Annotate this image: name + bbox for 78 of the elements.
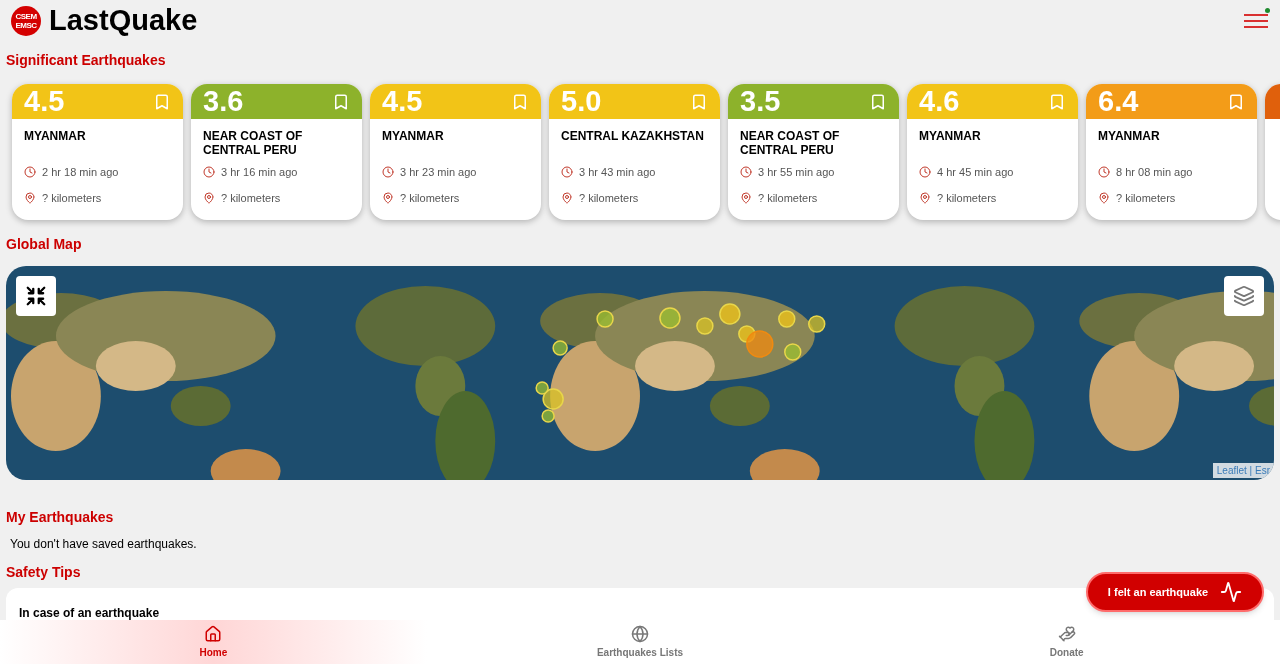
app-title: LastQuake (49, 3, 198, 39)
bookmark-icon[interactable] (1048, 92, 1066, 111)
section-title: Significant Earthquakes (6, 50, 166, 70)
location-pin-icon (382, 191, 394, 204)
hand-heart-icon (1057, 624, 1076, 643)
satellite-map-drawing[interactable] (6, 266, 1274, 480)
location-pin-icon (24, 191, 36, 204)
section-title: My Earthquakes (6, 508, 114, 527)
distance: ? kilometers (400, 190, 460, 206)
clock-icon (740, 166, 752, 179)
bookmark-icon[interactable] (869, 92, 887, 111)
location-pin-icon (1098, 191, 1110, 204)
section-title: Safety Tips (6, 562, 81, 582)
clock-icon (1098, 166, 1110, 179)
bookmark-icon[interactable] (153, 92, 171, 111)
section-title: Global Map (6, 234, 82, 254)
distance: ? kilometers (579, 190, 639, 206)
region-name: NEAR COAST OF CENTRAL PERU (740, 129, 841, 157)
earthquake-card[interactable] (1265, 84, 1280, 220)
location-pin-icon (919, 191, 931, 204)
menu-icon[interactable] (1244, 11, 1268, 31)
distance: ? kilometers (937, 190, 997, 206)
empty-message: You don't have saved earthquakes. (10, 536, 197, 553)
clock-icon (203, 166, 215, 179)
magnitude-value: 4.5 (382, 87, 423, 116)
clock-icon (919, 166, 931, 179)
distance: ? kilometers (221, 190, 281, 206)
location-pin-icon (740, 191, 752, 204)
layers-button[interactable] (1224, 276, 1264, 316)
bookmark-icon[interactable] (332, 92, 350, 111)
nav-tab[interactable]: Earthquakes Lists (426, 620, 854, 664)
distance: ? kilometers (758, 190, 818, 206)
magnitude-value: 4.5 (24, 87, 65, 116)
time-ago: 3 hr 55 min ago (758, 165, 835, 180)
magnitude-value: 6.4 (1098, 87, 1139, 116)
house-icon (204, 624, 223, 643)
region-name: NEAR COAST OF CENTRAL PERU (203, 129, 304, 157)
location-pin-icon (561, 191, 573, 204)
nav-tab[interactable]: Donate (853, 620, 1280, 664)
clock-icon (382, 166, 394, 179)
time-ago: 3 hr 16 min ago (221, 165, 298, 180)
earthquake-card[interactable]: 4.5 MYANMAR 3 hr 23 min ago ? kilometers (370, 84, 541, 220)
region-name: MYANMAR (24, 129, 87, 145)
time-ago: 4 hr 45 min ago (937, 165, 1014, 180)
logo: CSEM EMSC (11, 6, 41, 36)
time-ago: 3 hr 23 min ago (400, 165, 477, 180)
location-pin-icon (203, 191, 215, 204)
clock-icon (561, 166, 573, 179)
distance: ? kilometers (1116, 190, 1176, 206)
bookmark-icon[interactable] (1227, 92, 1245, 111)
time-ago: 2 hr 18 min ago (42, 165, 119, 180)
earthquake-card[interactable]: 6.4 MYANMAR 8 hr 08 min ago ? kilometers (1086, 84, 1257, 220)
earthquake-card[interactable]: 5.0 CENTRAL KAZAKHSTAN 3 hr 43 min ago ? kilometers (549, 84, 720, 220)
fullscreen-exit-button[interactable] (16, 276, 56, 316)
time-ago: 8 hr 08 min ago (1116, 165, 1193, 180)
earthquake-card[interactable]: 4.6 MYANMAR 4 hr 45 min ago ? kilometers (907, 84, 1078, 220)
earthquake-card[interactable]: 4.5 MYANMAR 2 hr 18 min ago ? kilometers (12, 84, 183, 220)
layers-icon (1233, 285, 1255, 307)
region-name: CENTRAL KAZAKHSTAN (561, 129, 705, 145)
collapse-arrows-icon (25, 285, 47, 307)
earthquake-card[interactable]: 3.6 NEAR COAST OF CENTRAL PERU 3 hr 16 min ago ? kilometers (191, 84, 362, 220)
felt-earthquake-button[interactable]: I felt an earthquake (1086, 572, 1264, 612)
safety-tip-title: In case of an earthquake (19, 606, 160, 620)
magnitude-value: 3.5 (740, 87, 781, 116)
magnitude-value: 3.6 (203, 87, 244, 116)
region-name: MYANMAR (382, 129, 445, 145)
globe-icon (631, 624, 649, 643)
time-ago: 3 hr 43 min ago (579, 165, 656, 180)
bookmark-icon[interactable] (690, 92, 708, 111)
distance: ? kilometers (42, 190, 102, 206)
bookmark-icon[interactable] (511, 92, 529, 111)
clock-icon (24, 166, 36, 179)
region-name: MYANMAR (919, 129, 982, 145)
magnitude-value: 4.6 (919, 87, 960, 116)
seismograph-icon (1220, 581, 1243, 603)
region-name: MYANMAR (1098, 129, 1161, 145)
magnitude-value: 5.0 (561, 87, 602, 116)
earthquake-card[interactable]: 3.5 NEAR COAST OF CENTRAL PERU 3 hr 55 min ago ? kilometers (728, 84, 899, 220)
